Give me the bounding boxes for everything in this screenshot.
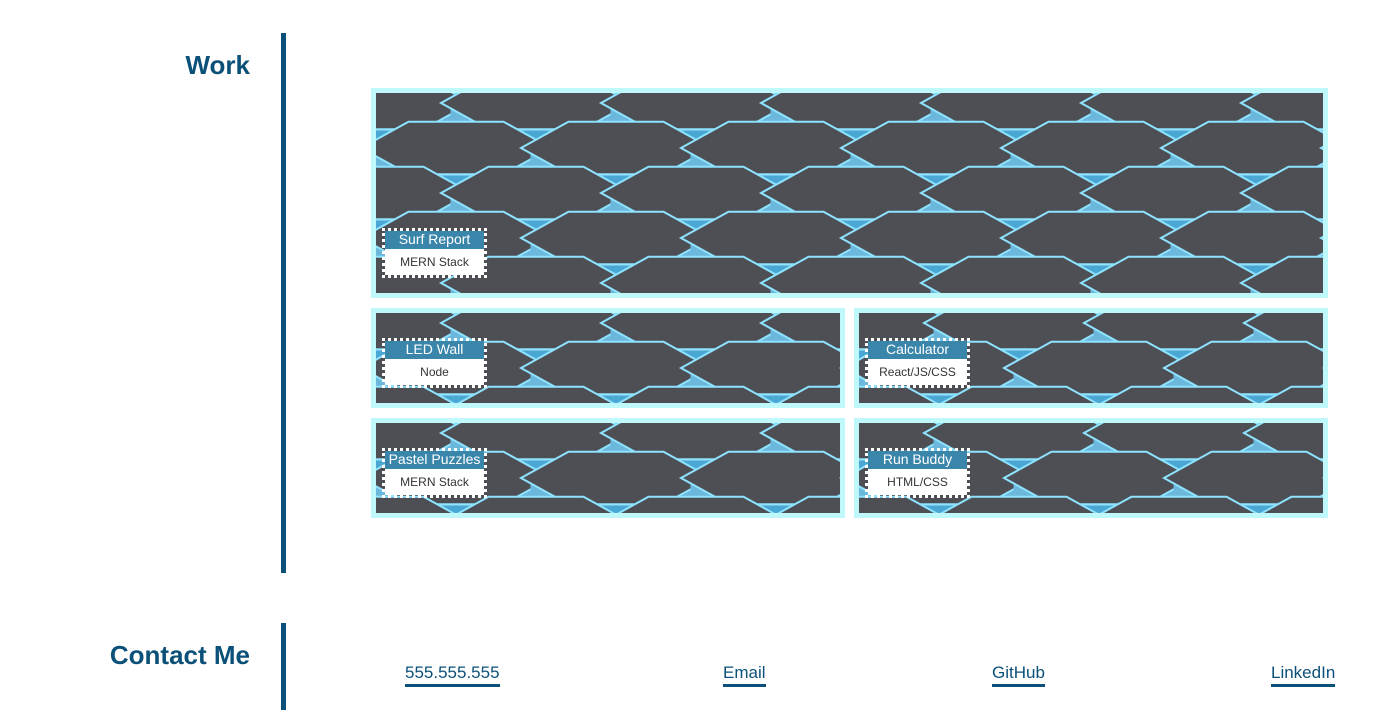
project-title: Pastel Puzzles — [385, 451, 484, 469]
project-tech: React/JS/CSS — [868, 359, 967, 385]
work-divider — [281, 33, 286, 573]
project-label[interactable]: Surf Report MERN Stack — [382, 228, 487, 278]
project-image: Pastel Puzzles MERN Stack — [376, 423, 840, 513]
project-card-led-wall[interactable]: LED Wall Node — [371, 308, 845, 408]
work-heading: Work — [185, 50, 250, 80]
project-card-surf-report[interactable]: Surf Report MERN Stack — [371, 88, 1328, 298]
contact-divider — [281, 623, 286, 710]
project-title: Run Buddy — [868, 451, 967, 469]
project-tech: MERN Stack — [385, 469, 484, 495]
project-title: Calculator — [868, 341, 967, 359]
project-label[interactable]: LED Wall Node — [382, 338, 487, 388]
project-image: Calculator React/JS/CSS — [859, 313, 1323, 403]
project-title: LED Wall — [385, 341, 484, 359]
contact-phone-link[interactable]: 555.555.555 — [405, 663, 500, 687]
project-label[interactable]: Calculator React/JS/CSS — [865, 338, 970, 388]
contact-email-link[interactable]: Email — [723, 663, 766, 687]
project-image: Surf Report MERN Stack — [376, 93, 1323, 293]
contact-github-link[interactable]: GitHub — [992, 663, 1045, 687]
project-image: Run Buddy HTML/CSS — [859, 423, 1323, 513]
project-image: LED Wall Node — [376, 313, 840, 403]
project-tech: Node — [385, 359, 484, 385]
project-label[interactable]: Pastel Puzzles MERN Stack — [382, 448, 487, 498]
contact-linkedin-link[interactable]: LinkedIn — [1271, 663, 1336, 687]
project-card-pastel-puzzles[interactable]: Pastel Puzzles MERN Stack — [371, 418, 845, 518]
project-tech: HTML/CSS — [868, 469, 967, 495]
project-title: Surf Report — [385, 231, 484, 249]
project-tech: MERN Stack — [385, 249, 484, 275]
contact-heading: Contact Me — [109, 640, 250, 670]
project-card-run-buddy[interactable]: Run Buddy HTML/CSS — [854, 418, 1328, 518]
project-label[interactable]: Run Buddy HTML/CSS — [865, 448, 970, 498]
project-card-calculator[interactable]: Calculator React/JS/CSS — [854, 308, 1328, 408]
